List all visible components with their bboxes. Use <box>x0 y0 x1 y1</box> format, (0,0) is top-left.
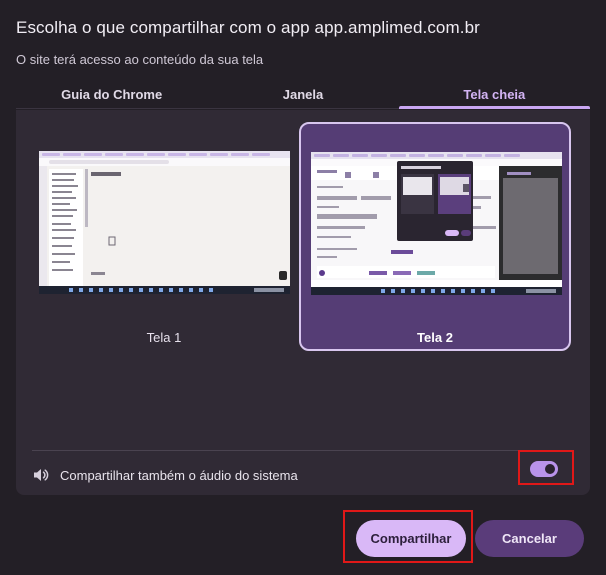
dialog-subtitle: O site terá acesso ao conteúdo da sua te… <box>16 52 264 67</box>
toggle-highlight-box <box>518 450 574 485</box>
system-audio-row: Compartilhar também o áudio do sistema <box>32 460 578 490</box>
screen-picker-panel: Tela 1 Tela 2 Compartilhar também o áudi… <box>16 110 590 495</box>
screen-option-2[interactable]: Tela 2 <box>299 122 571 351</box>
tab-entire-screen[interactable]: Tela cheia <box>398 82 591 109</box>
tab-bar: Guia do Chrome Janela Tela cheia <box>16 82 591 109</box>
share-button[interactable]: Compartilhar <box>356 520 466 557</box>
cancel-button[interactable]: Cancelar <box>475 520 584 557</box>
dialog-title: Escolha o que compartilhar com o app app… <box>16 18 480 37</box>
tab-chrome-tab[interactable]: Guia do Chrome <box>16 82 207 108</box>
speaker-icon <box>32 466 50 484</box>
screen-thumbnail-2 <box>311 152 562 295</box>
screen-thumbnail-1 <box>39 151 290 294</box>
toggle-knob <box>545 464 555 474</box>
divider <box>32 450 569 451</box>
tab-window[interactable]: Janela <box>207 82 398 108</box>
system-audio-label: Compartilhar também o áudio do sistema <box>60 467 298 483</box>
system-audio-toggle[interactable] <box>530 461 558 477</box>
screen-label-1: Tela 1 <box>146 330 182 345</box>
screen-label-2: Tela 2 <box>417 330 453 345</box>
screen-option-1[interactable]: Tela 1 <box>28 122 300 351</box>
